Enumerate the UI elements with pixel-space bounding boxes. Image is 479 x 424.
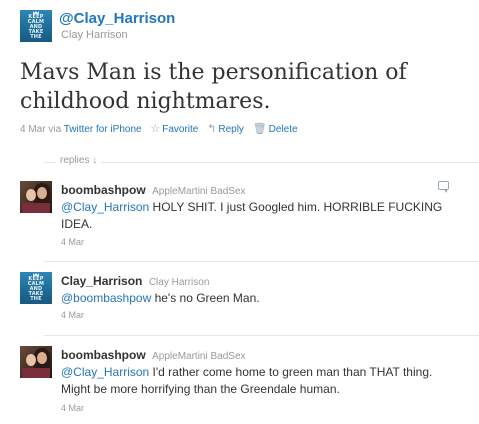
avatar-face xyxy=(37,352,47,364)
replies-toggle[interactable]: replies ↓ xyxy=(56,155,102,166)
reply-time[interactable]: 4 Mar xyxy=(61,403,84,413)
speech-bubble-icon[interactable] xyxy=(438,181,449,193)
reply-user: boombashpow AppleMartini BadSex xyxy=(61,346,246,364)
favorite-button[interactable]: ☆ Favorite xyxy=(150,123,199,135)
favorite-label: Favorite xyxy=(162,124,199,135)
reply-full-name: AppleMartini BadSex xyxy=(152,351,246,362)
reply-label: Reply xyxy=(218,124,244,135)
delete-label: Delete xyxy=(268,124,298,135)
reply-full-name: Clay Harrison xyxy=(148,277,210,288)
screen-name-link[interactable]: @Clay_Harrison xyxy=(59,10,175,27)
avatar-shirt xyxy=(22,368,50,378)
avatar[interactable] xyxy=(20,346,52,378)
reply-screen-name[interactable]: boombashpow xyxy=(61,348,146,362)
avatar[interactable]: KEEP CALM AND TAKE THE xyxy=(20,272,52,304)
via-app-link[interactable]: Twitter for iPhone xyxy=(64,124,142,135)
tweet-meta: 4 Mar via Twitter for iPhone ☆ Favorite ↰… xyxy=(20,122,298,135)
reply-separator xyxy=(44,335,479,336)
reply-button[interactable]: ↰ Reply xyxy=(207,123,244,135)
reply-user: boombashpow AppleMartini BadSex xyxy=(61,181,246,199)
delete-button[interactable]: 🗑 Delete xyxy=(252,123,298,135)
reply-item: KEEP CALM AND TAKE THE Clay_Harrison Cla… xyxy=(0,272,479,322)
avatar-text: THE xyxy=(30,34,42,40)
reply-screen-name[interactable]: boombashpow xyxy=(61,183,146,197)
reply-text: @boombashpow he's no Green Man. xyxy=(61,290,461,307)
avatar-text: THE xyxy=(30,296,42,302)
avatar[interactable] xyxy=(20,181,52,213)
reply-time[interactable]: 4 Mar xyxy=(61,237,84,247)
avatar-face xyxy=(26,354,36,366)
reply-separator xyxy=(44,261,479,262)
trash-icon: 🗑 xyxy=(252,123,267,135)
reply-full-name: AppleMartini BadSex xyxy=(152,186,246,197)
reply-item: boombashpow AppleMartini BadSex @Clay_Ha… xyxy=(0,346,479,418)
reply-time[interactable]: 4 Mar xyxy=(61,310,84,320)
mention-link[interactable]: @boombashpow xyxy=(61,291,151,305)
reply-arrow-icon: ↰ xyxy=(207,123,217,135)
reply-screen-name[interactable]: Clay_Harrison xyxy=(61,274,142,288)
avatar-shirt xyxy=(22,203,50,213)
mention-link[interactable]: @Clay_Harrison xyxy=(61,200,149,214)
reply-user: Clay_Harrison Clay Harrison xyxy=(61,272,209,290)
reply-text: @Clay_Harrison HOLY SHIT. I just Googled… xyxy=(61,199,461,233)
tweet-date[interactable]: 4 Mar xyxy=(20,124,46,135)
reply-body: he's no Green Man. xyxy=(151,291,260,305)
mention-link[interactable]: @Clay_Harrison xyxy=(61,365,149,379)
avatar[interactable]: KEEP CALM AND TAKE THE xyxy=(20,10,52,42)
divider-line xyxy=(44,162,479,163)
star-icon: ☆ xyxy=(150,123,161,135)
avatar-face xyxy=(26,189,36,201)
reply-item: boombashpow AppleMartini BadSex @Clay_Ha… xyxy=(0,181,479,251)
avatar-face xyxy=(37,187,47,199)
full-name: Clay Harrison xyxy=(61,29,128,41)
tweet-text: Mavs Man is the personification of child… xyxy=(20,60,407,114)
replies-divider: replies ↓ xyxy=(44,155,479,171)
via-prefix: via xyxy=(48,124,62,135)
reply-text: @Clay_Harrison I'd rather come home to g… xyxy=(61,364,461,398)
